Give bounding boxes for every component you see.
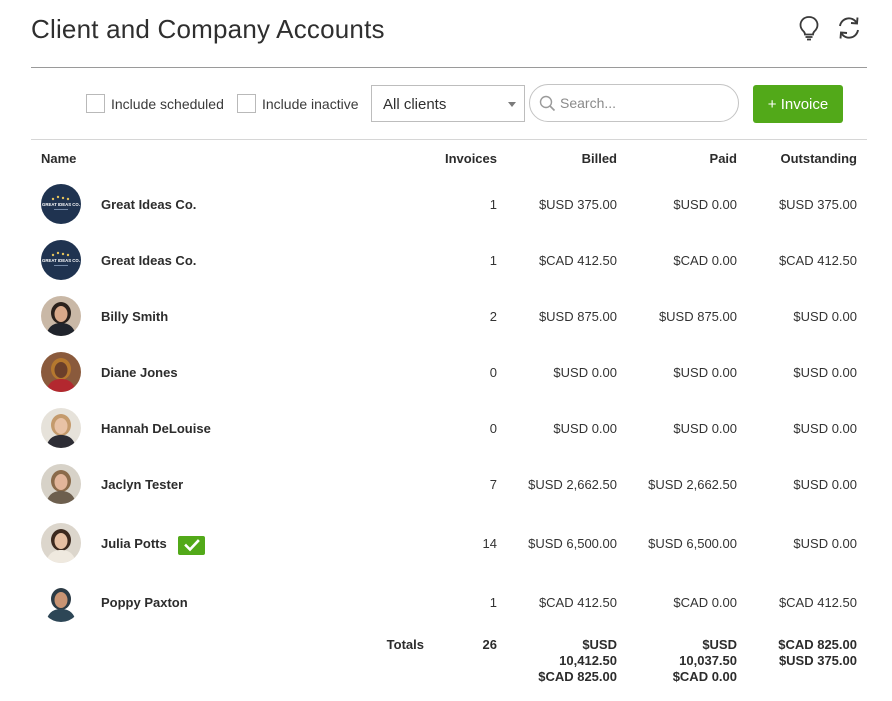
outstanding-amount: $USD 0.00 (793, 365, 857, 380)
billed-amount: $USD 6,500.00 (528, 536, 617, 551)
totals-billed-line: 10,412.50 (559, 653, 617, 668)
billed-amount: $USD 375.00 (538, 197, 617, 212)
caret-down-icon (508, 102, 516, 107)
totals-outstanding-line: $CAD 825.00 (778, 637, 857, 652)
paid-amount: $USD 6,500.00 (648, 536, 737, 551)
table-row[interactable]: Hannah DeLouise 0 $USD 0.00 $USD 0.00 $USD 0… (31, 400, 867, 456)
client-name-link[interactable]: Poppy Paxton (101, 595, 188, 610)
invoice-count: 7 (489, 477, 497, 492)
avatar (41, 464, 81, 504)
totals-outstanding: $CAD 825.00 $USD 375.00 (778, 637, 857, 669)
search-icon (539, 95, 556, 112)
invoice-count: 1 (489, 595, 497, 610)
company-logo: GREAT IDEAS CO. (41, 240, 81, 280)
svg-text:GREAT IDEAS CO.: GREAT IDEAS CO. (42, 202, 80, 207)
column-header-paid: Paid (709, 151, 737, 166)
totals-invoices: 26 (482, 637, 497, 652)
add-invoice-button[interactable]: + Invoice (753, 85, 843, 123)
client-name-link[interactable]: Hannah DeLouise (101, 421, 211, 436)
table-row[interactable]: Poppy Paxton 1 $CAD 412.50 $CAD 0.00 $CAD 41… (31, 574, 867, 630)
refresh-icon[interactable] (835, 14, 863, 42)
page-title: Client and Company Accounts (31, 14, 385, 44)
avatar (41, 296, 81, 336)
table-row[interactable]: Julia Potts 14 $USD 6,500.00 $USD 6,500.00 $… (31, 515, 867, 571)
table-row[interactable]: Jaclyn Tester 7 $USD 2,662.50 $USD 2,662.50… (31, 456, 867, 512)
page-header: Client and Company Accounts (31, 12, 867, 68)
client-name-link[interactable]: Great Ideas Co. (101, 253, 196, 268)
check-icon (178, 536, 205, 555)
paid-amount: $CAD 0.00 (673, 595, 737, 610)
billed-amount: $USD 0.00 (553, 421, 617, 436)
billed-amount: $CAD 412.50 (538, 253, 617, 268)
search-field[interactable] (529, 84, 739, 122)
include-inactive-label: Include inactive (262, 95, 359, 112)
totals-paid-line: $USD (702, 637, 737, 652)
column-header-invoices: Invoices (444, 151, 497, 166)
paid-amount: $USD 0.00 (673, 365, 737, 380)
search-input[interactable] (560, 93, 730, 113)
totals-billed-line: $CAD 825.00 (538, 669, 617, 684)
column-header-name: Name (41, 151, 77, 166)
checkbox-box[interactable] (237, 94, 256, 113)
outstanding-amount: $USD 0.00 (793, 309, 857, 324)
paid-amount: $USD 0.00 (673, 421, 737, 436)
client-filter-value: All clients (383, 96, 447, 113)
client-name-link[interactable]: Billy Smith (101, 309, 168, 324)
totals-billed: $USD 10,412.50 $CAD 825.00 (538, 637, 617, 685)
invoice-count: 0 (489, 365, 497, 380)
client-name-link[interactable]: Diane Jones (101, 365, 178, 380)
invoice-count: 1 (489, 253, 497, 268)
paid-amount: $USD 0.00 (673, 197, 737, 212)
totals-outstanding-line: $USD 375.00 (778, 653, 857, 668)
billed-amount: $USD 2,662.50 (528, 477, 617, 492)
outstanding-amount: $CAD 412.50 (778, 595, 857, 610)
invoice-count: 0 (489, 421, 497, 436)
outstanding-amount: $USD 0.00 (793, 421, 857, 436)
svg-text:GREAT IDEAS CO.: GREAT IDEAS CO. (42, 258, 80, 263)
billed-amount: $USD 875.00 (538, 309, 617, 324)
totals-paid-line: 10,037.50 (679, 653, 737, 668)
include-inactive-checkbox[interactable]: Include inactive (237, 94, 359, 113)
paid-amount: $USD 875.00 (658, 309, 737, 324)
paid-amount: $CAD 0.00 (673, 253, 737, 268)
invoice-count: 2 (489, 309, 497, 324)
client-filter-select[interactable]: All clients (371, 85, 525, 122)
client-name-link[interactable]: Jaclyn Tester (101, 477, 183, 492)
table-row[interactable]: GREAT IDEAS CO. Great Ideas Co. 1 $CAD 412.… (31, 232, 867, 288)
totals-label: Totals (386, 637, 424, 652)
column-header-billed: Billed (581, 151, 617, 166)
avatar (41, 582, 81, 622)
billed-amount: $CAD 412.50 (538, 595, 617, 610)
outstanding-amount: $USD 0.00 (793, 536, 857, 551)
client-name-link[interactable]: Julia Potts (101, 536, 167, 551)
include-scheduled-label: Include scheduled (111, 95, 224, 112)
avatar (41, 523, 81, 563)
filter-toolbar: Include scheduled Include inactive All c… (31, 68, 867, 140)
billed-amount: $USD 0.00 (553, 365, 617, 380)
avatar (41, 408, 81, 448)
totals-paid: $USD 10,037.50 $CAD 0.00 (673, 637, 737, 685)
checkbox-box[interactable] (86, 94, 105, 113)
paid-amount: $USD 2,662.50 (648, 477, 737, 492)
table-row[interactable]: GREAT IDEAS CO. Great Ideas Co. 1 $USD 375.… (31, 176, 867, 232)
column-header-outstanding: Outstanding (780, 151, 857, 166)
lightbulb-icon[interactable] (795, 14, 823, 42)
invoice-count: 1 (489, 197, 497, 212)
totals-billed-line: $USD (582, 637, 617, 652)
table-row[interactable]: Billy Smith 2 $USD 875.00 $USD 875.00 $USD 0… (31, 288, 867, 344)
outstanding-amount: $USD 0.00 (793, 477, 857, 492)
company-logo: GREAT IDEAS CO. (41, 184, 81, 224)
client-name-link[interactable]: Great Ideas Co. (101, 197, 196, 212)
totals-paid-line: $CAD 0.00 (672, 669, 737, 684)
avatar (41, 352, 81, 392)
outstanding-amount: $CAD 412.50 (778, 253, 857, 268)
invoice-count: 14 (482, 536, 497, 551)
table-row[interactable]: Diane Jones 0 $USD 0.00 $USD 0.00 $USD 0.00 (31, 344, 867, 400)
outstanding-amount: $USD 375.00 (778, 197, 857, 212)
include-scheduled-checkbox[interactable]: Include scheduled (86, 94, 224, 113)
